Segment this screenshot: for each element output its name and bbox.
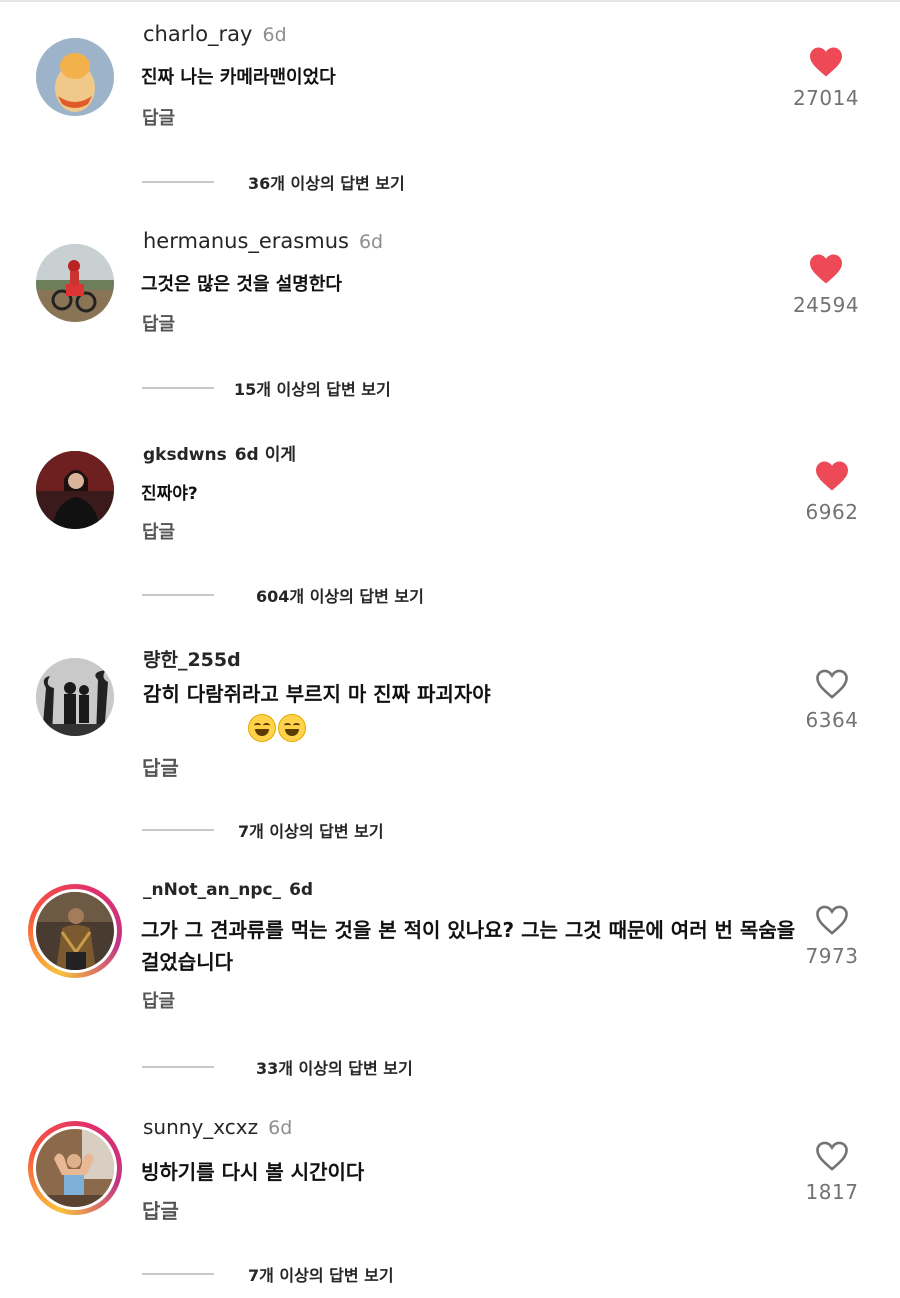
- view-replies-label: 7개 이상의 답변 보기: [248, 1266, 394, 1285]
- like-button[interactable]: 6364: [787, 668, 877, 732]
- avatar-with-story-ring[interactable]: [28, 1121, 122, 1215]
- comment-text-prefix: 이게: [264, 445, 296, 465]
- reply-button[interactable]: 답글: [142, 518, 175, 544]
- heart-outline-icon: [816, 669, 848, 699]
- view-replies-label: 7개 이상의 답변 보기: [238, 822, 384, 841]
- like-count: 27014: [792, 86, 860, 110]
- avatar-flexing-image: [36, 1129, 114, 1207]
- view-replies-label: 604개 이상의 답변 보기: [256, 587, 424, 606]
- avatar: [36, 892, 114, 970]
- top-divider: [0, 0, 900, 2]
- heart-outline-icon: [816, 1141, 848, 1171]
- view-replies-label: 33개 이상의 답변 보기: [256, 1059, 413, 1078]
- replies-divider: [142, 1066, 214, 1068]
- view-replies-button[interactable]: 604개 이상의 답변 보기: [142, 583, 424, 607]
- username[interactable]: sunny_xcxz 6d: [143, 1115, 292, 1139]
- replies-divider: [142, 594, 214, 596]
- comment-text: 진짜 나는 카메라맨이었다: [141, 67, 336, 88]
- avatar[interactable]: [36, 38, 114, 116]
- replies-divider: [142, 1273, 214, 1275]
- like-button[interactable]: 24594: [781, 253, 871, 317]
- story-ring: [33, 889, 117, 973]
- laughing-emoji-pair: [248, 710, 308, 742]
- comment-text: 빙하기를 다시 볼 시간이다: [141, 1160, 365, 1184]
- avatar[interactable]: [36, 451, 114, 529]
- comment-text: 감히 다람쥐라고 부르지 마 진짜 파괴자야: [143, 678, 491, 742]
- replies-divider: [142, 181, 214, 183]
- reply-button[interactable]: 답글: [142, 1195, 179, 1224]
- view-replies-button[interactable]: 36개 이상의 답변 보기: [142, 170, 405, 194]
- laughing-emoji-icon: [278, 713, 306, 742]
- like-count: 7973: [805, 944, 859, 968]
- laughing-emoji-icon: [248, 713, 276, 742]
- heart-filled-icon: [816, 461, 848, 491]
- timestamp: 6d: [268, 1117, 293, 1139]
- timestamp: 6d: [289, 880, 314, 900]
- like-button[interactable]: 1817: [787, 1140, 877, 1204]
- like-button[interactable]: 27014: [781, 46, 871, 110]
- like-count: 6962: [805, 500, 859, 524]
- heart-outline-icon: [816, 905, 848, 935]
- avatar-with-story-ring[interactable]: [28, 884, 122, 978]
- like-count: 6364: [805, 708, 859, 732]
- reply-button[interactable]: 답글: [142, 987, 175, 1013]
- view-replies-button[interactable]: 7개 이상의 답변 보기: [142, 1262, 394, 1286]
- avatar[interactable]: [36, 244, 114, 322]
- reply-button[interactable]: 답글: [142, 752, 179, 781]
- username[interactable]: charlo_ray 6d: [143, 22, 287, 46]
- heart-filled-icon: [810, 254, 842, 284]
- timestamp: 6d: [262, 24, 287, 46]
- view-replies-button[interactable]: 33개 이상의 답변 보기: [142, 1055, 413, 1079]
- avatar-motorbike-image: [36, 244, 114, 322]
- avatar: [36, 1129, 114, 1207]
- avatar-person-image: [36, 892, 114, 970]
- timestamp: 5d: [213, 649, 241, 671]
- like-button[interactable]: 7973: [787, 904, 877, 968]
- username[interactable]: gksdwns 6d 이게: [143, 440, 296, 465]
- avatar-silhouette-image: [36, 658, 114, 736]
- username[interactable]: 량한_255d: [143, 645, 241, 672]
- like-count: 1817: [805, 1180, 859, 1204]
- comment-text-line: 감히 다람쥐라고 부르지 마 진짜 파괴자야: [143, 682, 491, 706]
- view-replies-button[interactable]: 15개 이상의 답변 보기: [142, 376, 391, 400]
- comment-text: 그것은 많은 것을 설명한다: [141, 274, 342, 295]
- story-ring: [33, 1126, 117, 1210]
- avatar-hamster-image: [36, 38, 114, 116]
- view-replies-label: 15개 이상의 답변 보기: [234, 380, 391, 399]
- timestamp: 6d: [234, 445, 259, 465]
- comment-text-line: 그가 그 견과류를 먹는 것을 본 적이 있나요? 그는 그것 때문에 여러 번…: [141, 918, 796, 942]
- comment-text: 진짜야?: [141, 484, 198, 504]
- timestamp: 6d: [358, 231, 384, 253]
- view-replies-button[interactable]: 7개 이상의 답변 보기: [142, 818, 384, 842]
- heart-filled-icon: [810, 47, 842, 77]
- comment-text-line: 걸었습니다: [141, 950, 233, 974]
- like-button[interactable]: 6962: [787, 460, 877, 524]
- username[interactable]: _nNot_an_npc_ 6d: [143, 880, 313, 900]
- view-replies-label: 36개 이상의 답변 보기: [248, 174, 405, 193]
- avatar[interactable]: [36, 658, 114, 736]
- replies-divider: [142, 829, 214, 831]
- like-count: 24594: [792, 293, 860, 317]
- comment-text: 그가 그 견과류를 먹는 것을 본 적이 있나요? 그는 그것 때문에 여러 번…: [141, 914, 795, 978]
- reply-button[interactable]: 답글: [142, 310, 175, 336]
- replies-divider: [142, 387, 214, 389]
- avatar-portrait-image: [36, 451, 114, 529]
- username[interactable]: hermanus_erasmus 6d: [143, 229, 383, 253]
- reply-button[interactable]: 답글: [142, 104, 175, 130]
